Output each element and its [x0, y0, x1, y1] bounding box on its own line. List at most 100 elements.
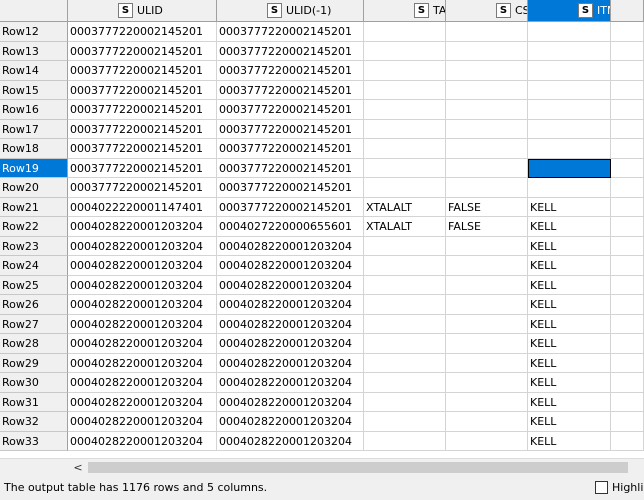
row-header[interactable]: Row17 — [0, 119, 68, 139]
column-header-talalt1[interactable]: S TALALT1 — [364, 0, 446, 22]
table-cell[interactable] — [446, 275, 528, 295]
table-row[interactable]: Row31 0004028220001203204 0004028220001203… — [0, 392, 644, 412]
table-cell[interactable]: 0003777220002145201 — [68, 119, 217, 139]
table-cell[interactable] — [528, 178, 611, 198]
table-cell[interactable]: 0003777220002145201 — [68, 80, 217, 100]
table-row[interactable]: Row12 0003777220002145201 0003777220002145… — [0, 22, 644, 42]
table-cell[interactable]: KELL — [528, 373, 611, 393]
table-cell[interactable] — [364, 178, 446, 198]
column-header-ulid[interactable]: S ULID — [68, 0, 217, 22]
table-cell[interactable] — [364, 314, 446, 334]
table-cell[interactable]: KELL — [528, 197, 611, 217]
table-cell[interactable] — [446, 431, 528, 451]
table-cell[interactable]: 0004028220001203204 — [68, 275, 217, 295]
row-header[interactable]: Row27 — [0, 314, 68, 334]
data-table[interactable]: S ULID S ULID(-1) S TALALT1 S CSSN S ITMCLS Row12… — [0, 0, 644, 458]
table-cell[interactable] — [364, 373, 446, 393]
table-cell[interactable]: 0004028220001203204 — [217, 295, 364, 315]
row-header[interactable]: Row25 — [0, 275, 68, 295]
row-header[interactable]: Row29 — [0, 353, 68, 373]
table-cell[interactable]: 0004028220001203204 — [68, 236, 217, 256]
table-cell[interactable] — [364, 236, 446, 256]
row-header[interactable]: Row21 — [0, 197, 68, 217]
table-cell[interactable] — [528, 41, 611, 61]
table-row[interactable]: Row30 0004028220001203204 0004028220001203… — [0, 373, 644, 393]
table-row[interactable]: Row23 0004028220001203204 0004028220001203… — [0, 236, 644, 256]
table-cell[interactable]: 0004028220001203204 — [68, 431, 217, 451]
row-header[interactable]: Row32 — [0, 412, 68, 432]
table-cell[interactable]: 0003777220002145201 — [68, 22, 217, 42]
table-cell[interactable] — [528, 139, 611, 159]
table-row[interactable]: Row33 0004028220001203204 0004028220001203… — [0, 431, 644, 451]
table-cell[interactable]: 0003777220002145201 — [68, 41, 217, 61]
table-cell[interactable] — [446, 373, 528, 393]
row-header[interactable]: Row28 — [0, 334, 68, 354]
row-header[interactable]: Row31 — [0, 392, 68, 412]
table-cell[interactable] — [446, 139, 528, 159]
table-cell[interactable] — [364, 139, 446, 159]
table-cell[interactable]: 0004028220001203204 — [68, 217, 217, 237]
row-header[interactable]: Row23 — [0, 236, 68, 256]
table-cell[interactable]: 0003777220002145201 — [217, 100, 364, 120]
column-header-ulid-1[interactable]: S ULID(-1) — [217, 0, 364, 22]
table-cell[interactable] — [446, 353, 528, 373]
table-cell[interactable] — [446, 41, 528, 61]
row-header[interactable]: Row14 — [0, 61, 68, 81]
table-cell[interactable]: KELL — [528, 314, 611, 334]
table-cell[interactable] — [364, 41, 446, 61]
table-cell[interactable]: 0004028220001203204 — [68, 353, 217, 373]
table-row[interactable]: Row22 0004028220001203204 0004027220000655… — [0, 217, 644, 237]
table-cell[interactable]: 0003777220002145201 — [68, 178, 217, 198]
table-row[interactable]: Row28 0004028220001203204 0004028220001203… — [0, 334, 644, 354]
table-cell[interactable]: 0004028220001203204 — [68, 373, 217, 393]
table-cell[interactable]: 0004028220001203204 — [217, 334, 364, 354]
table-cell[interactable]: KELL — [528, 334, 611, 354]
table-cell[interactable]: FALSE — [446, 217, 528, 237]
table-cell[interactable]: KELL — [528, 236, 611, 256]
table-cell[interactable] — [446, 100, 528, 120]
table-cell[interactable]: 0004028220001203204 — [217, 314, 364, 334]
row-header[interactable]: Row12 — [0, 22, 68, 42]
table-cell[interactable] — [446, 80, 528, 100]
table-cell[interactable] — [446, 314, 528, 334]
scroll-left-arrow-icon[interactable]: < — [70, 459, 86, 476]
row-header[interactable]: Row33 — [0, 431, 68, 451]
table-cell[interactable] — [446, 256, 528, 276]
table-cell[interactable]: 0003777220002145201 — [217, 158, 364, 178]
row-header[interactable]: Row30 — [0, 373, 68, 393]
table-cell[interactable]: KELL — [528, 412, 611, 432]
table-cell[interactable]: 0003777220002145201 — [217, 178, 364, 198]
table-cell[interactable]: 0004028220001203204 — [68, 392, 217, 412]
row-header[interactable]: Row18 — [0, 139, 68, 159]
header-corner[interactable] — [0, 0, 68, 22]
table-cell[interactable]: XTALALT — [364, 217, 446, 237]
table-cell[interactable]: KELL — [528, 295, 611, 315]
table-cell[interactable]: 0004028220001203204 — [68, 295, 217, 315]
table-cell[interactable]: 0004028220001203204 — [217, 392, 364, 412]
row-header[interactable]: Row13 — [0, 41, 68, 61]
table-cell[interactable]: 0003777220002145201 — [217, 119, 364, 139]
table-cell[interactable]: 0004028220001203204 — [217, 256, 364, 276]
table-cell[interactable]: XTALALT — [364, 197, 446, 217]
table-cell[interactable] — [364, 353, 446, 373]
table-cell[interactable]: 0003777220002145201 — [68, 139, 217, 159]
table-cell[interactable]: 0004028220001203204 — [217, 275, 364, 295]
table-cell[interactable] — [446, 412, 528, 432]
table-row[interactable]: Row26 0004028220001203204 0004028220001203… — [0, 295, 644, 315]
table-cell[interactable] — [528, 100, 611, 120]
table-cell[interactable]: 0003777220002145201 — [68, 61, 217, 81]
table-cell[interactable]: 0003777220002145201 — [217, 22, 364, 42]
row-header[interactable]: Row15 — [0, 80, 68, 100]
table-cell[interactable] — [364, 158, 446, 178]
table-cell[interactable] — [528, 22, 611, 42]
table-cell[interactable] — [364, 61, 446, 81]
table-cell[interactable] — [528, 61, 611, 81]
table-cell[interactable]: 0004027220000655601 — [217, 217, 364, 237]
table-cell[interactable] — [364, 100, 446, 120]
row-header[interactable]: Row22 — [0, 217, 68, 237]
table-cell[interactable] — [528, 119, 611, 139]
table-cell[interactable]: KELL — [528, 431, 611, 451]
table-row[interactable]: Row25 0004028220001203204 0004028220001203… — [0, 275, 644, 295]
table-row[interactable]: Row24 0004028220001203204 0004028220001203… — [0, 256, 644, 276]
table-cell[interactable] — [364, 392, 446, 412]
